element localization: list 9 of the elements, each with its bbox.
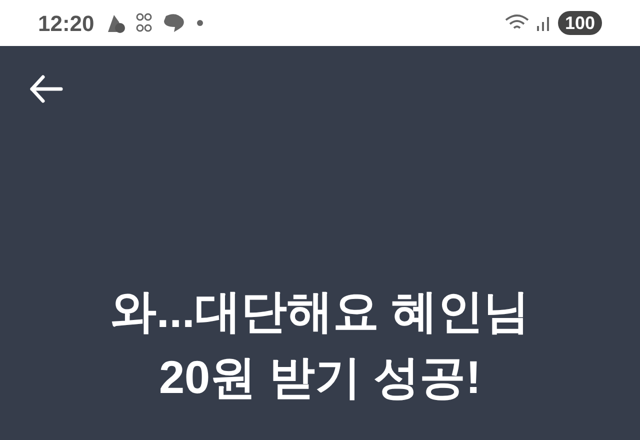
status-time: 12:20 xyxy=(38,10,94,38)
signal-icon xyxy=(536,14,552,32)
headline-text: 와...대단해요 혜인님 xyxy=(110,284,530,339)
chat-notification-icon xyxy=(162,13,186,33)
back-arrow-icon[interactable] xyxy=(28,74,64,104)
battery-indicator: 100 xyxy=(558,11,602,35)
headline-text: 20원 받기 성공! xyxy=(158,350,482,405)
grid-notification-icon xyxy=(136,12,152,34)
dot-icon xyxy=(196,19,204,27)
